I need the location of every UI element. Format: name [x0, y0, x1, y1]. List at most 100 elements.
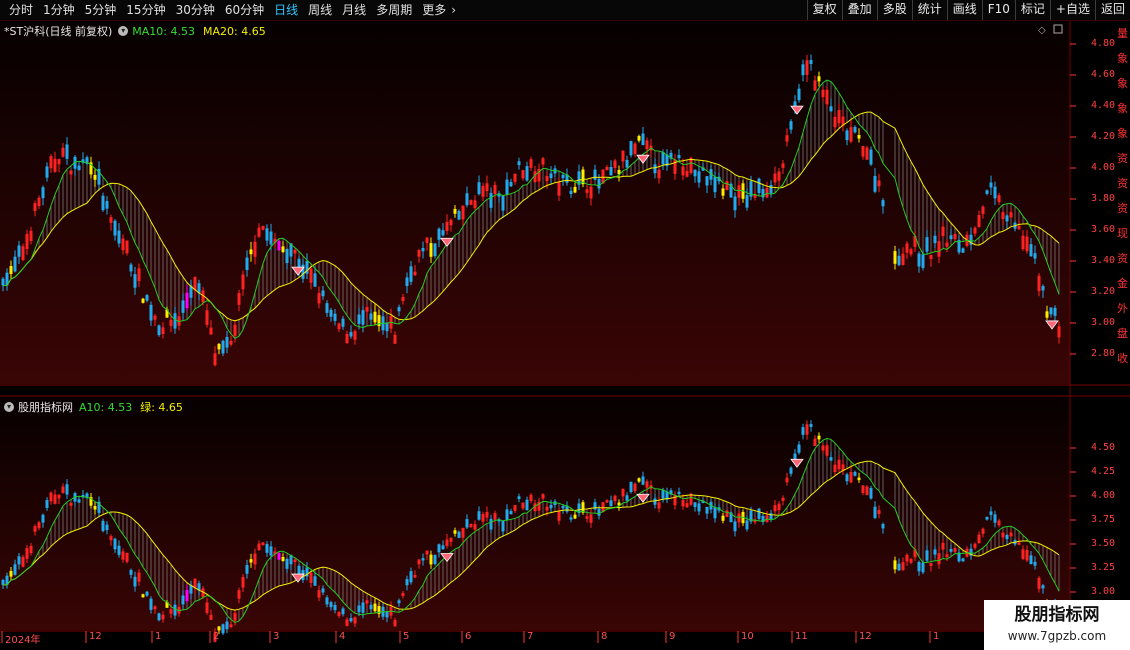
- candle-body[interactable]: [797, 88, 801, 101]
- candle-body[interactable]: [549, 504, 553, 509]
- candle-body[interactable]: [801, 427, 805, 435]
- candle-body[interactable]: [977, 534, 981, 544]
- candle-body[interactable]: [917, 562, 921, 572]
- candle-body[interactable]: [833, 464, 837, 473]
- candle-body[interactable]: [209, 614, 213, 620]
- candle-body[interactable]: [77, 499, 81, 503]
- candle-body[interactable]: [397, 307, 401, 312]
- candle-body[interactable]: [433, 554, 437, 564]
- candle-body[interactable]: [461, 205, 465, 220]
- candle-body[interactable]: [925, 550, 929, 561]
- candle-body[interactable]: [225, 621, 229, 630]
- candle-body[interactable]: [997, 195, 1001, 203]
- candle-body[interactable]: [557, 511, 561, 521]
- candle-body[interactable]: [409, 571, 413, 583]
- candle-body[interactable]: [409, 266, 413, 282]
- candle-body[interactable]: [421, 247, 425, 252]
- candle-body[interactable]: [45, 166, 49, 178]
- candle-body[interactable]: [525, 166, 529, 181]
- candle-body[interactable]: [433, 243, 437, 257]
- candle-body[interactable]: [353, 617, 357, 624]
- candle-body[interactable]: [877, 180, 881, 187]
- candle-body[interactable]: [205, 310, 209, 325]
- period-tab[interactable]: 分时: [4, 0, 38, 20]
- candle-body[interactable]: [141, 298, 145, 303]
- candle-body[interactable]: [865, 147, 869, 160]
- candle-body[interactable]: [1025, 550, 1029, 561]
- candle-body[interactable]: [121, 551, 125, 560]
- candle-body[interactable]: [961, 558, 965, 562]
- candle-body[interactable]: [421, 558, 425, 561]
- candle-body[interactable]: [573, 514, 577, 519]
- candle-body[interactable]: [93, 174, 97, 180]
- candle-body[interactable]: [237, 590, 241, 599]
- candle-body[interactable]: [341, 318, 345, 327]
- candle-body[interactable]: [317, 590, 321, 598]
- candle-body[interactable]: [929, 254, 933, 260]
- candle-body[interactable]: [209, 327, 213, 335]
- candle-body[interactable]: [757, 178, 761, 194]
- candle-body[interactable]: [517, 496, 521, 500]
- candle-body[interactable]: [589, 186, 593, 199]
- candle-body[interactable]: [873, 506, 877, 519]
- candle-body[interactable]: [765, 187, 769, 198]
- candle-body[interactable]: [637, 478, 641, 482]
- candle-body[interactable]: [605, 500, 609, 503]
- candle-body[interactable]: [929, 563, 933, 566]
- candle-body[interactable]: [453, 530, 457, 534]
- candle-body[interactable]: [713, 177, 717, 193]
- toolbar-button[interactable]: 返回: [1094, 0, 1130, 20]
- candle-body[interactable]: [221, 624, 225, 634]
- candle-body[interactable]: [449, 538, 453, 542]
- candle-body[interactable]: [441, 545, 445, 550]
- candle-body[interactable]: [545, 175, 549, 182]
- candle-body[interactable]: [1, 278, 5, 286]
- candle-body[interactable]: [845, 474, 849, 482]
- candle-body[interactable]: [285, 248, 289, 264]
- candle-body[interactable]: [873, 175, 877, 192]
- candle-body[interactable]: [361, 602, 365, 613]
- candle-body[interactable]: [157, 325, 161, 336]
- candle-body[interactable]: [757, 508, 761, 519]
- candle-body[interactable]: [265, 544, 269, 553]
- candle-body[interactable]: [217, 626, 221, 631]
- candle-body[interactable]: [509, 511, 513, 515]
- candle-body[interactable]: [589, 514, 593, 523]
- candle-body[interactable]: [1029, 244, 1033, 257]
- period-tab[interactable]: 30分钟: [171, 0, 220, 20]
- candle-body[interactable]: [629, 141, 633, 156]
- candle-body[interactable]: [881, 523, 885, 529]
- candle-body[interactable]: [401, 593, 405, 596]
- candle-body[interactable]: [857, 135, 861, 139]
- candle-body[interactable]: [281, 246, 285, 253]
- candle-body[interactable]: [293, 249, 297, 254]
- period-tab[interactable]: 60分钟: [220, 0, 269, 20]
- candle-body[interactable]: [661, 489, 665, 499]
- candle-body[interactable]: [501, 195, 505, 211]
- candle-body[interactable]: [725, 181, 729, 191]
- candle-body[interactable]: [25, 548, 29, 559]
- candle-body[interactable]: [257, 227, 261, 237]
- candle-body[interactable]: [737, 513, 741, 523]
- candle-body[interactable]: [681, 499, 685, 507]
- period-tab[interactable]: 月线: [337, 0, 371, 20]
- candle-body[interactable]: [653, 498, 657, 505]
- candle-body[interactable]: [9, 266, 13, 274]
- candle-body[interactable]: [993, 186, 997, 199]
- candle-body[interactable]: [169, 319, 173, 326]
- candle-body[interactable]: [429, 554, 433, 565]
- toolbar-button[interactable]: +自选: [1049, 0, 1095, 20]
- candle-body[interactable]: [1029, 555, 1033, 565]
- candle-body[interactable]: [953, 233, 957, 240]
- candle-body[interactable]: [813, 80, 817, 91]
- candle-body[interactable]: [125, 552, 129, 562]
- candle-body[interactable]: [505, 509, 509, 520]
- candle-body[interactable]: [345, 619, 349, 626]
- candle-body[interactable]: [481, 186, 485, 197]
- candle-body[interactable]: [713, 507, 717, 519]
- candle-body[interactable]: [369, 313, 373, 320]
- candle-body[interactable]: [113, 220, 117, 236]
- candle-body[interactable]: [645, 481, 649, 488]
- chart-area[interactable]: ◇ *ST沪科(日线 前复权) ▾ MA10: 4.53 MA20: 4.65 …: [0, 21, 1130, 650]
- candle-body[interactable]: [597, 178, 601, 189]
